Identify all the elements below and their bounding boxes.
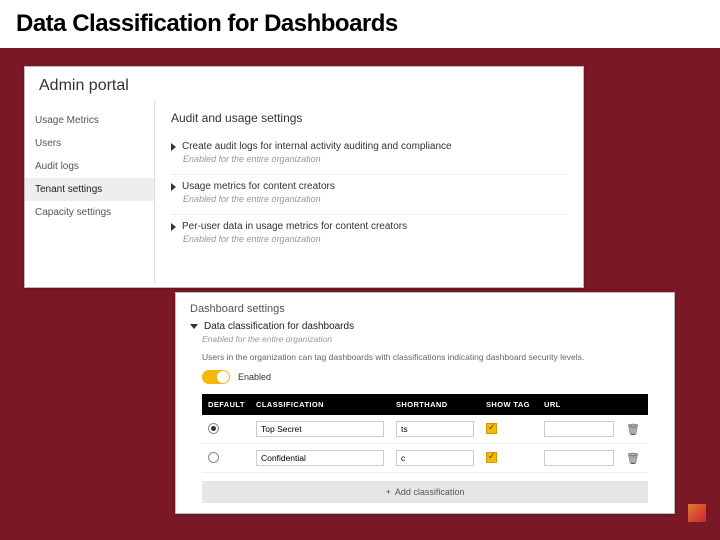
setting-subtext: Enabled for the entire organization bbox=[183, 154, 567, 164]
caret-right-icon bbox=[171, 143, 176, 151]
sidebar-item-capacity-settings[interactable]: Capacity settings bbox=[25, 201, 154, 224]
admin-portal-header: Admin portal bbox=[25, 67, 583, 101]
shorthand-input[interactable] bbox=[396, 421, 474, 437]
setting-title-text: Data classification for dashboards bbox=[204, 321, 354, 332]
th-show-tag: SHOW TAG bbox=[480, 394, 538, 415]
admin-portal-panel: Admin portal Usage Metrics Users Audit l… bbox=[24, 66, 584, 288]
settings-section-title: Audit and usage settings bbox=[171, 111, 567, 125]
add-classification-label: Add classification bbox=[395, 487, 465, 497]
show-tag-checkbox[interactable] bbox=[486, 452, 497, 463]
caret-down-icon bbox=[190, 324, 198, 329]
classification-table: DEFAULT CLASSIFICATION SHORTHAND SHOW TA… bbox=[202, 394, 648, 473]
enabled-toggle-label: Enabled bbox=[238, 372, 271, 382]
table-header: DEFAULT CLASSIFICATION SHORTHAND SHOW TA… bbox=[202, 394, 648, 415]
th-delete bbox=[620, 394, 648, 415]
classification-input[interactable] bbox=[256, 450, 384, 466]
setting-help-text: Users in the organization can tag dashbo… bbox=[202, 352, 660, 362]
slide-canvas: Admin portal Usage Metrics Users Audit l… bbox=[0, 44, 720, 530]
dashboard-settings-header: Dashboard settings bbox=[190, 303, 660, 315]
setting-title-text: Usage metrics for content creators bbox=[182, 181, 335, 192]
enabled-toggle[interactable] bbox=[202, 370, 230, 384]
setting-per-user-data[interactable]: Per-user data in usage metrics for conte… bbox=[171, 215, 567, 254]
table-row: 🗑 bbox=[202, 444, 648, 473]
sidebar-item-tenant-settings[interactable]: Tenant settings bbox=[25, 178, 154, 201]
shorthand-input[interactable] bbox=[396, 450, 474, 466]
sidebar-item-usage-metrics[interactable]: Usage Metrics bbox=[25, 109, 154, 132]
th-shorthand: SHORTHAND bbox=[390, 394, 480, 415]
add-classification-button[interactable]: + Add classification bbox=[202, 481, 648, 503]
sidebar-item-audit-logs[interactable]: Audit logs bbox=[25, 155, 154, 178]
admin-sidebar: Usage Metrics Users Audit logs Tenant se… bbox=[25, 101, 155, 283]
th-classification: CLASSIFICATION bbox=[250, 394, 390, 415]
setting-subtext: Enabled for the entire organization bbox=[183, 194, 567, 204]
th-url: URL bbox=[538, 394, 620, 415]
classification-input[interactable] bbox=[256, 421, 384, 437]
caret-right-icon bbox=[171, 183, 176, 191]
show-tag-checkbox[interactable] bbox=[486, 423, 497, 434]
slide-title: Data Classification for Dashboards bbox=[0, 0, 720, 48]
table-row: 🗑 bbox=[202, 415, 648, 444]
tenant-settings-pane: Audit and usage settings Create audit lo… bbox=[155, 101, 583, 283]
setting-subtext: Enabled for the entire organization bbox=[183, 234, 567, 244]
plus-icon: + bbox=[386, 487, 391, 497]
default-radio[interactable] bbox=[208, 423, 219, 434]
setting-audit-logs[interactable]: Create audit logs for internal activity … bbox=[171, 135, 567, 175]
setting-subtext: Enabled for the entire organization bbox=[202, 334, 660, 344]
sidebar-item-users[interactable]: Users bbox=[25, 132, 154, 155]
setting-usage-metrics[interactable]: Usage metrics for content creators Enabl… bbox=[171, 175, 567, 215]
logo-icon bbox=[688, 504, 706, 522]
url-input[interactable] bbox=[544, 450, 614, 466]
setting-title-text: Create audit logs for internal activity … bbox=[182, 141, 452, 152]
delete-row-button[interactable]: 🗑 bbox=[626, 424, 640, 436]
setting-data-classification[interactable]: Data classification for dashboards bbox=[190, 321, 660, 332]
dashboard-settings-panel: Dashboard settings Data classification f… bbox=[175, 292, 675, 514]
th-default: DEFAULT bbox=[202, 394, 250, 415]
setting-title-text: Per-user data in usage metrics for conte… bbox=[182, 221, 407, 232]
default-radio[interactable] bbox=[208, 452, 219, 463]
delete-row-button[interactable]: 🗑 bbox=[626, 453, 640, 465]
caret-right-icon bbox=[171, 223, 176, 231]
url-input[interactable] bbox=[544, 421, 614, 437]
